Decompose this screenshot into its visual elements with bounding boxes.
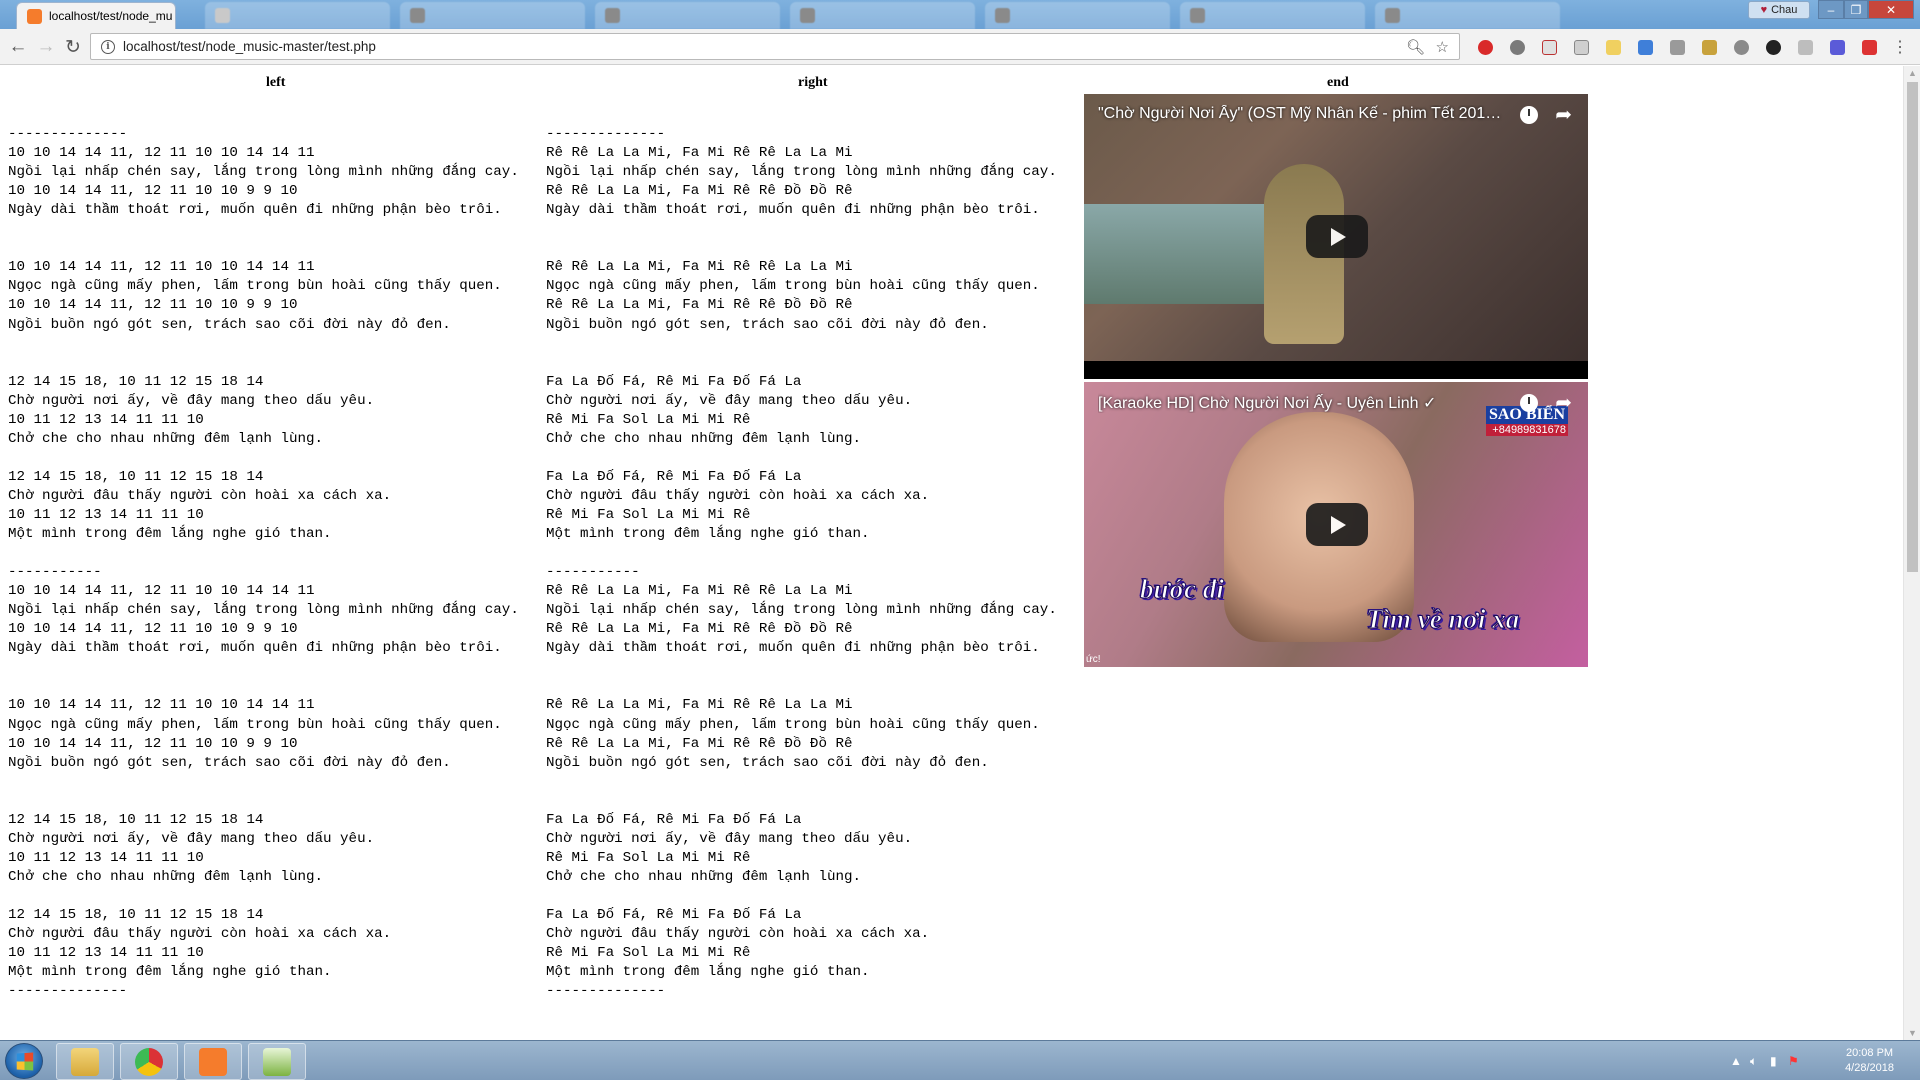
tab-favicon-icon (800, 8, 815, 23)
vertical-scrollbar[interactable]: ▲ ▼ (1903, 66, 1920, 1040)
video-title[interactable]: "Chờ Người Nơi Ấy" (OST Mỹ Nhân Kế - phi… (1098, 105, 1508, 123)
profile-button[interactable]: ♥ Chau (1748, 1, 1810, 19)
windows-taskbar: ▲ 🔈︎ ▮ ⚑ 20:08 PM 4/28/2018 (0, 1040, 1920, 1080)
notification-icon[interactable]: ⚑ (1788, 1054, 1799, 1068)
close-window-button[interactable]: ✕ (1868, 0, 1914, 19)
translate-extension-icon[interactable] (1638, 40, 1653, 55)
profile-name: Chau (1771, 4, 1798, 16)
tab-inactive[interactable] (1180, 2, 1365, 29)
video-title[interactable]: [Karaoke HD] Chờ Người Nơi Ấy - Uyên Lin… (1098, 393, 1508, 413)
column-header-left: left (266, 75, 286, 90)
scroll-up-icon[interactable]: ▲ (1908, 68, 1917, 78)
browser-toolbar: ← → ↻ i localhost/test/node_music-master… (0, 29, 1920, 65)
tab-inactive[interactable] (205, 2, 390, 29)
right-notes-lyrics: -------------- Rê Rê La La Mi, Fa Mi Rê … (546, 126, 1057, 1000)
back-icon[interactable]: ← (6, 35, 30, 59)
video-embed-1[interactable]: "Chờ Người Nơi Ấy" (OST Mỹ Nhân Kế - phi… (1084, 94, 1588, 379)
system-tray: ▲ 🔈︎ ▮ ⚑ 20:08 PM 4/28/2018 (1720, 1041, 1920, 1081)
extension-icon[interactable] (1734, 40, 1749, 55)
adblock-extension-icon[interactable] (1478, 40, 1493, 55)
scroll-thumb[interactable] (1907, 82, 1918, 572)
search-icon[interactable]: 🔍︎ (1406, 38, 1425, 56)
extension-icon[interactable] (1574, 40, 1589, 55)
play-button[interactable] (1306, 503, 1368, 546)
extension-icon[interactable] (1542, 40, 1557, 55)
column-header-end: end (1327, 75, 1349, 90)
tab-inactive[interactable] (790, 2, 975, 29)
taskbar-xampp[interactable] (184, 1043, 242, 1080)
url-text[interactable]: localhost/test/node_music-master/test.ph… (123, 39, 376, 54)
extension-icon[interactable] (1702, 40, 1717, 55)
volume-icon[interactable]: 🔈︎ (1750, 1054, 1757, 1069)
clock-date: 4/28/2018 (1845, 1062, 1894, 1074)
xampp-favicon-icon (27, 8, 42, 24)
start-button[interactable] (5, 1043, 43, 1079)
address-bar[interactable]: i localhost/test/node_music-master/test.… (90, 33, 1460, 60)
taskbar-explorer[interactable] (56, 1043, 114, 1080)
karaoke-caption: Tìm về nơi xa (1365, 604, 1520, 635)
watch-later-icon[interactable] (1520, 394, 1538, 412)
left-notes-lyrics: -------------- 10 10 14 14 11, 12 11 10 … (8, 126, 519, 1000)
extension-icon[interactable] (1798, 40, 1813, 55)
taskbar-chrome[interactable] (120, 1043, 178, 1080)
extension-icon[interactable] (1830, 40, 1845, 55)
video-thumbnail-sea (1084, 204, 1284, 304)
corner-caption: ức! (1086, 654, 1101, 665)
extension-icon[interactable] (1510, 40, 1525, 55)
xampp-icon (199, 1047, 227, 1076)
extension-icon[interactable] (1670, 40, 1685, 55)
video-embed-2[interactable]: [Karaoke HD] Chờ Người Nơi Ấy - Uyên Lin… (1084, 382, 1588, 667)
tab-inactive[interactable] (1375, 2, 1560, 29)
tab-title: localhost/test/node_mu (49, 9, 173, 23)
share-icon[interactable]: ➦ (1555, 102, 1572, 127)
chart-app-icon (263, 1047, 291, 1076)
tab-inactive[interactable] (595, 2, 780, 29)
extension-icon[interactable] (1766, 40, 1781, 55)
cors-extension-icon[interactable] (1862, 40, 1877, 55)
tab-favicon-icon (1385, 8, 1400, 23)
taskbar-app[interactable] (248, 1043, 306, 1080)
browser-titlebar: localhost/test/node_mu ✕ ♥Chau – ❐ ✕ (0, 0, 1920, 29)
karaoke-caption: bước đi (1140, 574, 1225, 605)
tab-close-icon[interactable]: ✕ (172, 8, 175, 24)
forward-icon[interactable]: → (34, 35, 58, 59)
tab-favicon-icon (995, 8, 1010, 23)
video-letterbox (1084, 361, 1588, 379)
tab-inactive[interactable] (985, 2, 1170, 29)
share-icon[interactable]: ➦ (1555, 390, 1572, 415)
tab-favicon-icon (215, 8, 230, 23)
column-header-right: right (798, 75, 828, 90)
minimize-button[interactable]: – (1818, 0, 1844, 19)
tray-expand-icon[interactable]: ▲ (1730, 1054, 1742, 1068)
reload-icon[interactable]: ↻ (61, 35, 85, 59)
tab-favicon-icon (1190, 8, 1205, 23)
scroll-down-icon[interactable]: ▼ (1908, 1028, 1917, 1038)
tab-favicon-icon (410, 8, 425, 23)
clock[interactable]: 20:08 PM 4/28/2018 (1845, 1046, 1894, 1076)
maximize-button[interactable]: ❐ (1844, 0, 1868, 19)
channel-phone: +84989831678 (1485, 424, 1568, 436)
page-content: left right end -------------- 10 10 14 1… (0, 66, 1903, 1040)
watch-later-icon[interactable] (1520, 106, 1538, 124)
tab-favicon-icon (605, 8, 620, 23)
chrome-icon (135, 1047, 163, 1076)
play-button[interactable] (1306, 215, 1368, 258)
clock-time: 20:08 PM (1845, 1047, 1894, 1059)
tab-active[interactable]: localhost/test/node_mu ✕ (16, 2, 176, 29)
network-icon[interactable]: ▮ (1770, 1054, 1777, 1068)
profile-icon: ♥ (1760, 4, 1768, 16)
folder-icon (71, 1047, 99, 1076)
menu-icon[interactable]: ⋮ (1888, 35, 1912, 59)
tab-inactive[interactable] (400, 2, 585, 29)
extension-icon[interactable] (1606, 40, 1621, 55)
bookmark-star-icon[interactable]: ☆ (1436, 38, 1449, 56)
info-icon[interactable]: i (101, 39, 115, 54)
